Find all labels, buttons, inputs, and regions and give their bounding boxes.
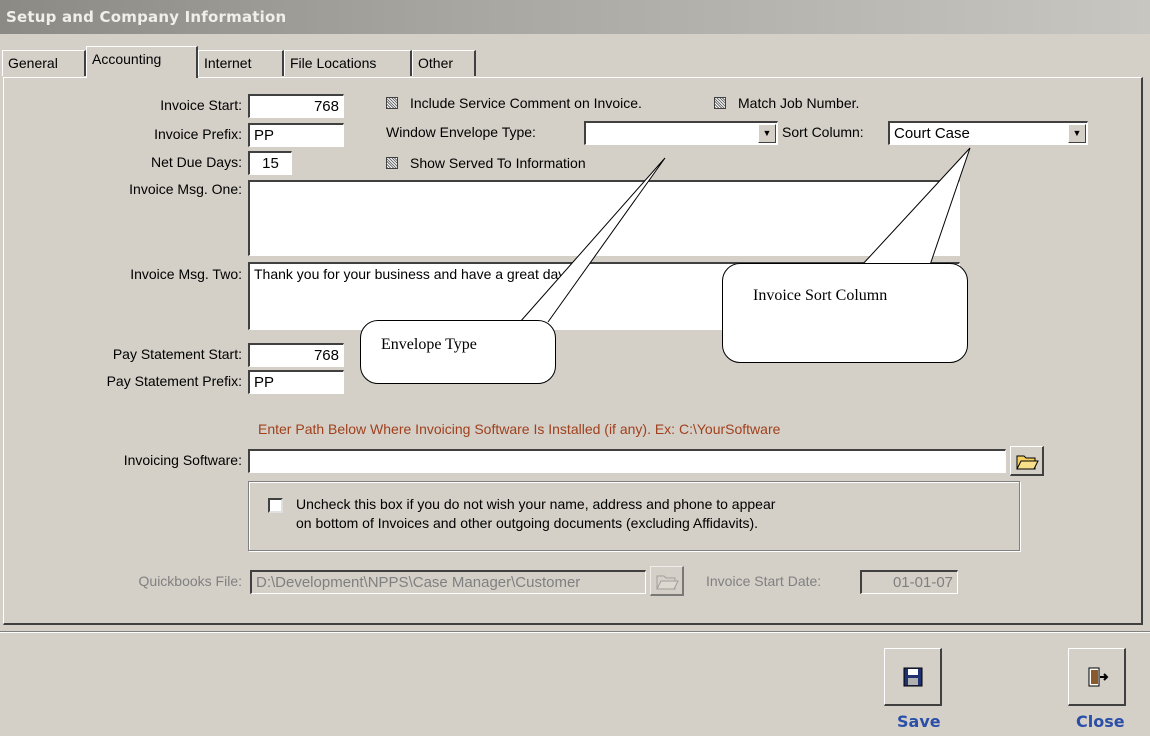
envelope-type-callout-text: Envelope Type [381, 336, 477, 353]
tab-accounting[interactable]: Accounting [86, 46, 198, 78]
close-button[interactable] [1068, 648, 1126, 706]
invoice-sort-column-callout: Invoice Sort Column [722, 263, 968, 363]
envelope-type-callout: Envelope Type [360, 320, 556, 384]
footer-divider [0, 631, 1150, 633]
save-button[interactable] [884, 648, 942, 706]
close-button-label[interactable]: Close [1076, 712, 1125, 731]
callout-pointers [519, 147, 971, 323]
save-button-label[interactable]: Save [897, 712, 941, 731]
exit-door-icon [1088, 667, 1108, 687]
floppy-disk-icon [903, 667, 922, 687]
invoice-sort-column-callout-text: Invoice Sort Column [753, 287, 888, 304]
